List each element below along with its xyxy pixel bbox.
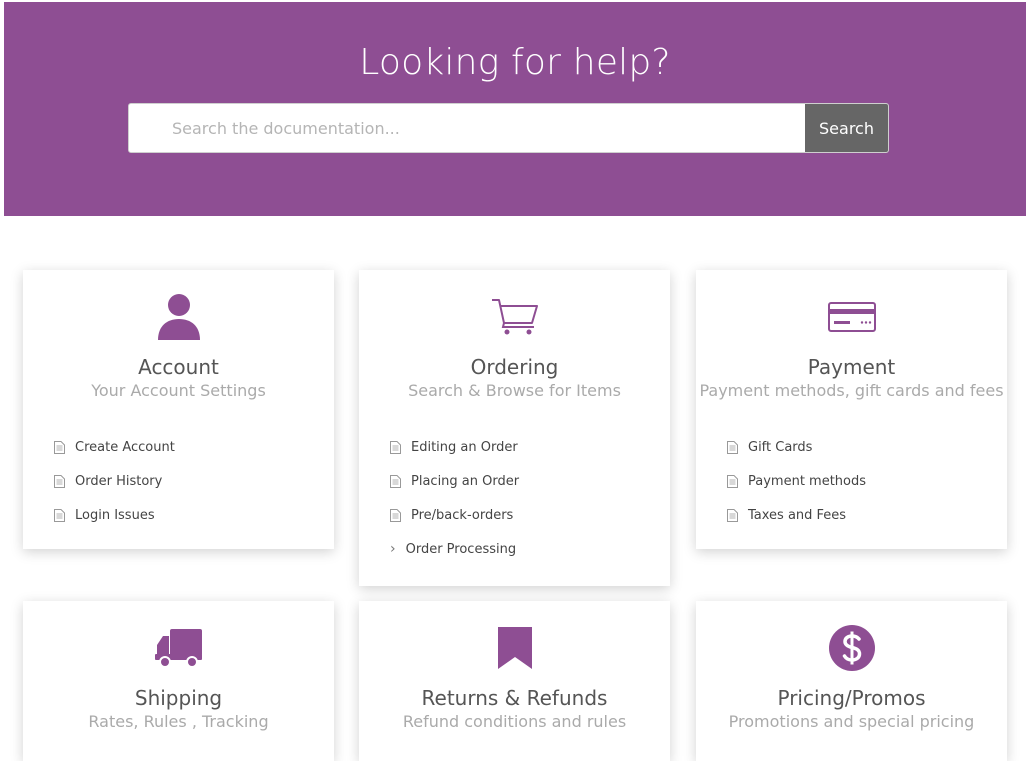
more-label: Order Processing xyxy=(405,541,517,557)
card-subtitle: Rates, Rules , Tracking xyxy=(88,712,269,731)
card-returns[interactable]: Returns & Refunds Refund conditions and … xyxy=(359,601,670,761)
card-subtitle: Payment methods, gift cards and fees xyxy=(699,381,1004,400)
article-list: Gift Cards Payment methods Taxes and Fee… xyxy=(727,430,866,532)
card-title: Account xyxy=(138,355,219,379)
article-link[interactable]: Placing an Order xyxy=(390,464,519,498)
article-label: Create Account xyxy=(75,439,175,455)
document-icon xyxy=(390,474,401,488)
card-subtitle: Your Account Settings xyxy=(91,381,266,400)
article-link[interactable]: Order History xyxy=(54,464,175,498)
article-label: Placing an Order xyxy=(411,473,520,489)
article-link[interactable]: Editing an Order xyxy=(390,430,519,464)
bookmark-icon xyxy=(359,623,670,673)
article-label: Gift Cards xyxy=(748,439,813,455)
card-title: Pricing/Promos xyxy=(777,686,926,710)
chevron-right-icon: › xyxy=(390,541,396,557)
hero-banner: Looking for help? Search xyxy=(4,2,1026,216)
document-icon xyxy=(727,440,738,454)
card-title: Returns & Refunds xyxy=(421,686,608,710)
card-shipping[interactable]: Shipping Rates, Rules , Tracking xyxy=(23,601,334,761)
article-link[interactable]: Payment methods xyxy=(727,464,866,498)
card-title: Shipping xyxy=(134,686,223,710)
card-payment[interactable]: Payment Payment methods, gift cards and … xyxy=(696,270,1007,549)
truck-icon xyxy=(23,623,334,673)
article-label: Editing an Order xyxy=(411,439,518,455)
person-icon xyxy=(23,292,334,342)
card-title: Ordering xyxy=(470,355,559,379)
search-button[interactable]: Search xyxy=(805,104,888,152)
article-label: Pre/back-orders xyxy=(411,507,514,523)
card-subtitle: Promotions and special pricing xyxy=(728,712,975,731)
card-ordering[interactable]: Ordering Search & Browse for Items Editi… xyxy=(359,270,670,586)
document-icon xyxy=(390,508,401,522)
article-link[interactable]: Pre/back-orders xyxy=(390,498,519,532)
card-pricing[interactable]: Pricing/Promos Promotions and special pr… xyxy=(696,601,1007,761)
card-account[interactable]: Account Your Account Settings Create Acc… xyxy=(23,270,334,549)
article-label: Taxes and Fees xyxy=(748,507,847,523)
article-link[interactable]: Create Account xyxy=(54,430,175,464)
card-subtitle: Search & Browse for Items xyxy=(408,381,621,400)
article-label: Login Issues xyxy=(75,507,155,523)
search-bar: Search xyxy=(128,103,889,153)
document-icon xyxy=(390,440,401,454)
article-link[interactable]: Taxes and Fees xyxy=(727,498,866,532)
page-title: Looking for help? xyxy=(359,42,671,83)
document-icon xyxy=(54,440,65,454)
article-list: Create Account Order History Login Issue… xyxy=(54,430,175,532)
shopping-cart-icon xyxy=(359,292,670,342)
more-link[interactable]: › Order Processing xyxy=(390,532,519,566)
card-subtitle: Refund conditions and rules xyxy=(402,712,627,731)
document-icon xyxy=(54,508,65,522)
article-list: Editing an Order Placing an Order Pre/ba… xyxy=(390,430,519,566)
dollar-icon xyxy=(696,623,1007,673)
article-label: Order History xyxy=(75,473,163,489)
document-icon xyxy=(54,474,65,488)
document-icon xyxy=(727,474,738,488)
search-input[interactable] xyxy=(129,104,805,152)
document-icon xyxy=(727,508,738,522)
card-title: Payment xyxy=(807,355,896,379)
article-link[interactable]: Login Issues xyxy=(54,498,175,532)
credit-card-icon xyxy=(696,292,1007,342)
article-link[interactable]: Gift Cards xyxy=(727,430,866,464)
article-label: Payment methods xyxy=(748,473,867,489)
